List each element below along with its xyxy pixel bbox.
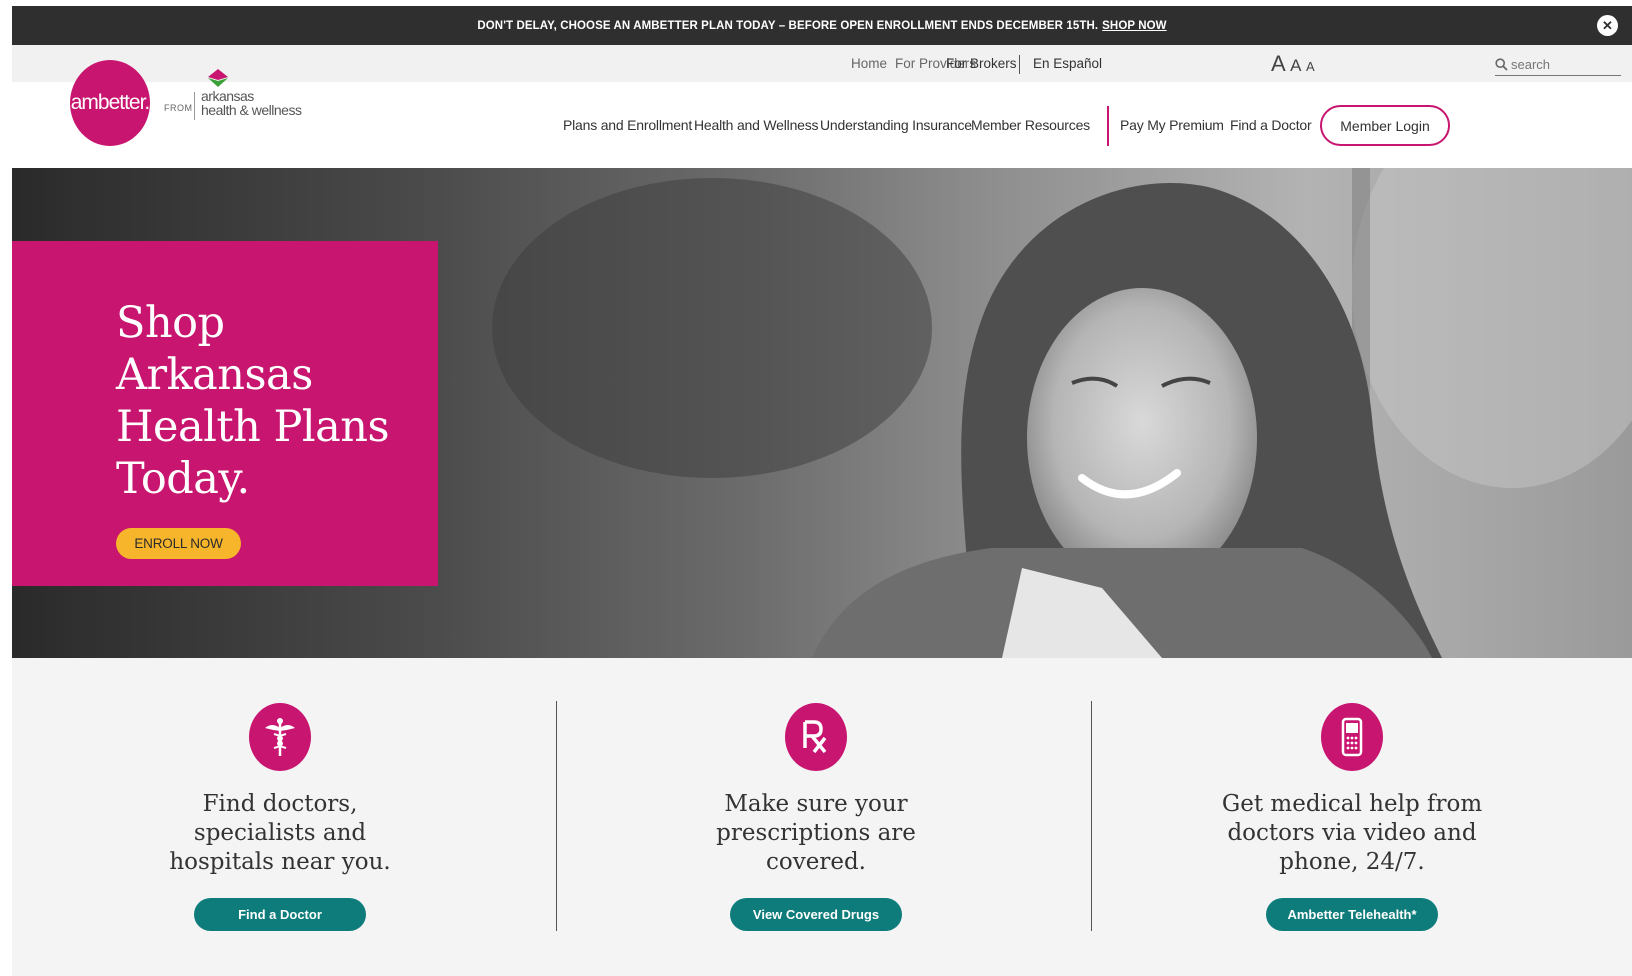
phone-icon bbox=[1321, 703, 1383, 771]
nav-understanding-insurance[interactable]: Understanding Insurance bbox=[820, 117, 972, 133]
logo-from-label: FROM bbox=[164, 103, 193, 113]
partner-name-line2: health & wellness bbox=[201, 102, 302, 118]
promo-banner: DON'T DELAY, CHOOSE AN AMBETTER PLAN TOD… bbox=[12, 6, 1632, 45]
ambetter-logo[interactable]: ambetter. bbox=[70, 60, 150, 146]
enroll-now-button[interactable]: ENROLL NOW bbox=[116, 528, 241, 559]
nav-pay-my-premium[interactable]: Pay My Premium bbox=[1120, 117, 1224, 133]
shop-now-link[interactable]: SHOP NOW bbox=[1102, 20, 1166, 32]
partner-logo-icon bbox=[208, 69, 228, 87]
utility-divider bbox=[1019, 55, 1020, 74]
search-box bbox=[1495, 53, 1621, 76]
utility-link-for-brokers[interactable]: For Brokers bbox=[946, 56, 1017, 71]
find-a-doctor-button[interactable]: Find a Doctor bbox=[194, 898, 366, 931]
nav-health-and-wellness[interactable]: Health and Wellness bbox=[694, 117, 819, 133]
feature-prescriptions-text: Make sure your prescriptions are covered… bbox=[716, 791, 916, 875]
partner-logo-text[interactable]: arkansas health & wellness bbox=[201, 88, 302, 118]
hero-title: Shop Arkansas Health Plans Today. bbox=[116, 298, 390, 504]
caduceus-icon bbox=[249, 703, 311, 771]
utility-link-home[interactable]: Home bbox=[851, 56, 887, 71]
close-icon[interactable]: ✕ bbox=[1597, 15, 1618, 36]
text-size-small[interactable]: A bbox=[1306, 59, 1315, 74]
feature-find-doctors-text: Find doctors, specialists and hospitals … bbox=[169, 791, 391, 875]
nav-divider bbox=[1107, 106, 1109, 146]
nav-find-a-doctor[interactable]: Find a Doctor bbox=[1230, 117, 1312, 133]
rx-icon bbox=[785, 703, 847, 771]
feature-find-doctors: Find doctors, specialists and hospitals … bbox=[12, 658, 548, 976]
hero-card: Shop Arkansas Health Plans Today. ENROLL… bbox=[12, 241, 438, 586]
feature-telehealth: Get medical help from doctors via video … bbox=[1084, 658, 1620, 976]
search-input[interactable] bbox=[1511, 56, 1611, 72]
text-size-medium[interactable]: A bbox=[1290, 56, 1301, 75]
search-icon[interactable] bbox=[1495, 57, 1508, 71]
features-section: Find doctors, specialists and hospitals … bbox=[12, 658, 1632, 976]
feature-telehealth-text: Get medical help from doctors via video … bbox=[1221, 791, 1483, 875]
utility-link-espanol[interactable]: En Español bbox=[1033, 56, 1102, 71]
partner-name-line1: arkansas bbox=[201, 88, 254, 104]
nav-plans-and-enrollment[interactable]: Plans and Enrollment bbox=[563, 117, 692, 133]
feature-prescriptions: Make sure your prescriptions are covered… bbox=[548, 658, 1084, 976]
ambetter-telehealth-button[interactable]: Ambetter Telehealth* bbox=[1266, 898, 1438, 931]
nav-member-resources[interactable]: Member Resources bbox=[971, 117, 1090, 133]
member-login-button[interactable]: Member Login bbox=[1320, 105, 1450, 146]
view-covered-drugs-button[interactable]: View Covered Drugs bbox=[730, 898, 902, 931]
promo-banner-text: DON'T DELAY, CHOOSE AN AMBETTER PLAN TOD… bbox=[477, 19, 1099, 32]
logo-separator bbox=[194, 92, 195, 120]
text-size-control[interactable]: A A A bbox=[1271, 51, 1315, 77]
utility-bar: Home For Providers For Brokers En Españo… bbox=[12, 45, 1632, 82]
text-size-large[interactable]: A bbox=[1271, 51, 1286, 76]
